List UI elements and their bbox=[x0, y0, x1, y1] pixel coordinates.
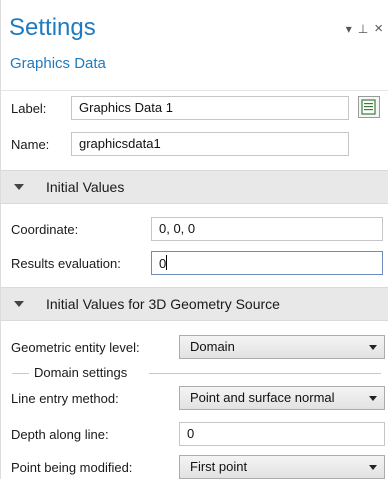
group-divider-left bbox=[12, 373, 29, 374]
chevron-down-icon bbox=[369, 396, 377, 401]
window-controls: ▾ ⊥ × bbox=[346, 21, 383, 36]
settings-panel: Settings Graphics Data ▾ ⊥ × Label: Grap… bbox=[0, 0, 388, 479]
label-options-button[interactable] bbox=[358, 96, 380, 118]
section-initial-values[interactable]: Initial Values bbox=[1, 170, 388, 204]
dropdown-arrow-icon[interactable]: ▾ bbox=[346, 22, 352, 36]
group-label: Domain settings bbox=[34, 365, 128, 380]
entity-level-label: Geometric entity level: bbox=[11, 340, 140, 355]
results-evaluation-row: Results evaluation: 0 bbox=[1, 251, 388, 275]
results-evaluation-label: Results evaluation: bbox=[11, 256, 121, 271]
page-title: Settings bbox=[9, 14, 96, 41]
line-entry-select[interactable]: Point and surface normal bbox=[179, 386, 385, 410]
line-entry-value: Point and surface normal bbox=[190, 390, 335, 405]
depth-row: Depth along line: 0 bbox=[1, 422, 388, 446]
coordinate-row: Coordinate: 0, 0, 0 bbox=[1, 217, 388, 241]
header-divider bbox=[1, 90, 388, 91]
coordinate-label: Coordinate: bbox=[11, 222, 79, 237]
point-modified-row: Point being modified: First point bbox=[1, 455, 388, 479]
section-title: Initial Values for 3D Geometry Source bbox=[46, 296, 280, 312]
settings-header: Settings Graphics Data ▾ ⊥ × bbox=[1, 0, 388, 90]
collapse-arrow-icon bbox=[14, 184, 24, 190]
entity-level-value: Domain bbox=[190, 339, 235, 354]
chevron-down-icon bbox=[369, 465, 377, 470]
depth-label: Depth along line: bbox=[11, 427, 109, 442]
name-input[interactable]: graphicsdata1 bbox=[71, 132, 349, 156]
point-modified-label: Point being modified: bbox=[11, 460, 133, 475]
section-geometry-source[interactable]: Initial Values for 3D Geometry Source bbox=[1, 287, 388, 321]
chevron-down-icon bbox=[369, 345, 377, 350]
domain-settings-group: Domain settings bbox=[1, 364, 388, 382]
page-subtitle: Graphics Data bbox=[10, 55, 106, 72]
close-icon[interactable]: × bbox=[374, 21, 383, 36]
pin-icon[interactable]: ⊥ bbox=[358, 22, 368, 36]
label-row: Label: Graphics Data 1 bbox=[1, 96, 388, 120]
results-evaluation-value: 0 bbox=[159, 256, 167, 271]
entity-level-row: Geometric entity level: Domain bbox=[1, 335, 388, 359]
entity-level-select[interactable]: Domain bbox=[179, 335, 385, 359]
label-field-label: Label: bbox=[11, 101, 47, 116]
line-entry-row: Line entry method: Point and surface nor… bbox=[1, 386, 388, 410]
collapse-arrow-icon bbox=[14, 301, 24, 307]
label-input[interactable]: Graphics Data 1 bbox=[71, 96, 349, 120]
point-modified-select[interactable]: First point bbox=[179, 455, 385, 479]
document-list-icon bbox=[361, 99, 376, 115]
name-row: Name: graphicsdata1 bbox=[1, 132, 388, 156]
results-evaluation-input[interactable]: 0 bbox=[151, 251, 383, 275]
text-cursor bbox=[166, 255, 168, 270]
coordinate-input[interactable]: 0, 0, 0 bbox=[151, 217, 383, 241]
point-modified-value: First point bbox=[190, 459, 248, 474]
group-divider-right bbox=[149, 373, 381, 374]
name-field-label: Name: bbox=[11, 137, 50, 152]
section-title: Initial Values bbox=[46, 179, 125, 195]
depth-input[interactable]: 0 bbox=[179, 422, 385, 446]
line-entry-label: Line entry method: bbox=[11, 391, 119, 406]
